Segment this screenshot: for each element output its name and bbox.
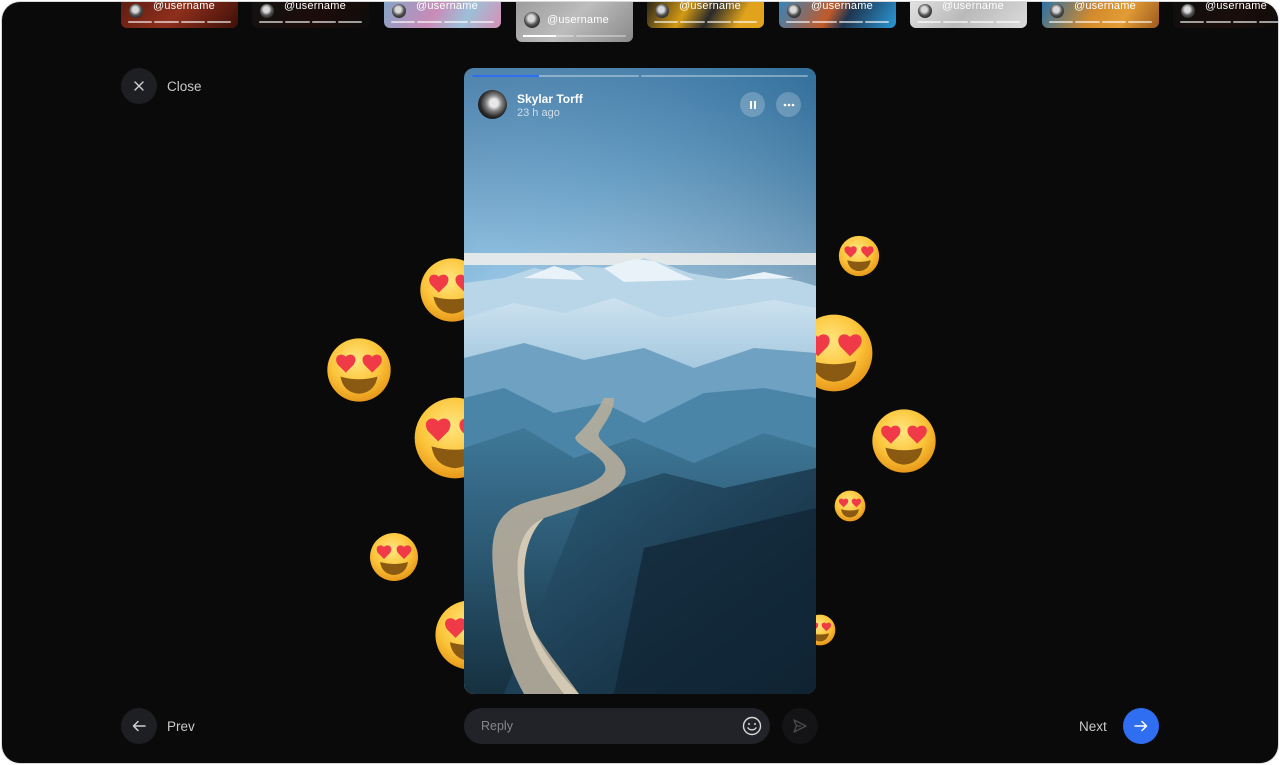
story-thumbnail[interactable]: @username xyxy=(647,2,764,28)
thumbnail-progress xyxy=(391,21,494,23)
arrow-right-icon xyxy=(1134,720,1148,732)
story-image xyxy=(464,68,816,694)
prev-label[interactable]: Prev xyxy=(167,719,195,734)
send-button[interactable] xyxy=(782,708,818,744)
heart-eyes-emoji xyxy=(871,408,937,479)
thumbnail-username: @username xyxy=(1074,2,1136,12)
progress-segment xyxy=(641,75,808,77)
emoji-icon xyxy=(742,716,762,736)
thumbnail-progress xyxy=(786,21,889,23)
heart-eyes-emoji xyxy=(838,235,880,282)
thumbnail-avatar xyxy=(129,4,143,18)
story-header: Skylar Torff 23 h ago xyxy=(478,90,802,120)
thumbnail-avatar xyxy=(392,4,406,18)
story-thumbnail[interactable]: @username xyxy=(121,2,238,28)
author-avatar[interactable] xyxy=(478,90,507,119)
emoji-picker-button[interactable] xyxy=(742,716,762,741)
thumbnail-username: @username xyxy=(284,2,346,12)
progress-segment xyxy=(472,75,639,77)
reply-bar xyxy=(464,708,770,744)
thumbnail-username: @username xyxy=(547,14,609,26)
thumbnail-progress xyxy=(259,21,362,23)
thumbnail-avatar xyxy=(260,4,274,18)
story-thumbnail[interactable]: @username xyxy=(910,2,1027,28)
more-icon xyxy=(783,103,794,106)
story-viewer-window: @username @username @username @username … xyxy=(2,2,1278,763)
next-button[interactable] xyxy=(1123,708,1159,744)
story-timestamp: 23 h ago xyxy=(517,107,560,119)
more-options-button[interactable] xyxy=(776,92,801,117)
story-thumbnail[interactable]: @username xyxy=(252,2,369,28)
thumbnail-username: @username xyxy=(942,2,1004,12)
story-thumbnail-active[interactable]: @username xyxy=(516,2,633,42)
thumbnail-username: @username xyxy=(153,2,215,12)
reply-input[interactable] xyxy=(479,718,723,734)
close-icon xyxy=(134,81,144,91)
prev-button[interactable] xyxy=(121,708,157,744)
next-label[interactable]: Next xyxy=(1079,719,1107,734)
progress-fill xyxy=(472,75,539,77)
story-progress xyxy=(472,75,808,77)
thumbnail-progress xyxy=(1180,21,1278,23)
story-thumbnail[interactable]: @username xyxy=(384,2,501,28)
thumbnail-avatar xyxy=(1050,4,1064,18)
thumbnail-progress xyxy=(654,21,757,23)
thumbnail-username: @username xyxy=(811,2,873,12)
story-thumbnail[interactable]: @username xyxy=(1042,2,1159,28)
thumbnail-avatar xyxy=(918,4,932,18)
thumbnail-username: @username xyxy=(1205,2,1267,12)
send-icon xyxy=(793,719,807,733)
thumbnail-progress xyxy=(128,21,231,23)
story-thumbnail[interactable]: @username xyxy=(1173,2,1278,28)
close-button[interactable] xyxy=(121,68,157,104)
close-label[interactable]: Close xyxy=(167,79,202,94)
story-thumbnail[interactable]: @username xyxy=(779,2,896,28)
thumbnail-progress xyxy=(523,35,626,37)
heart-eyes-emoji xyxy=(369,532,419,587)
thumbnail-progress xyxy=(1049,21,1152,23)
thumbnail-avatar xyxy=(787,4,801,18)
thumbnail-avatar xyxy=(524,12,540,28)
heart-eyes-emoji xyxy=(834,490,866,527)
thumbnail-username: @username xyxy=(679,2,741,12)
heart-eyes-emoji xyxy=(326,337,392,408)
arrow-left-icon xyxy=(132,720,146,732)
thumbnail-avatar xyxy=(655,4,669,18)
pause-icon xyxy=(749,100,756,109)
story-card[interactable]: Skylar Torff 23 h ago xyxy=(464,68,816,694)
pause-button[interactable] xyxy=(740,92,765,117)
author-name[interactable]: Skylar Torff xyxy=(517,92,583,106)
thumbnail-avatar xyxy=(1181,4,1195,18)
thumbnail-username: @username xyxy=(416,2,478,12)
thumbnail-progress xyxy=(917,21,1020,23)
